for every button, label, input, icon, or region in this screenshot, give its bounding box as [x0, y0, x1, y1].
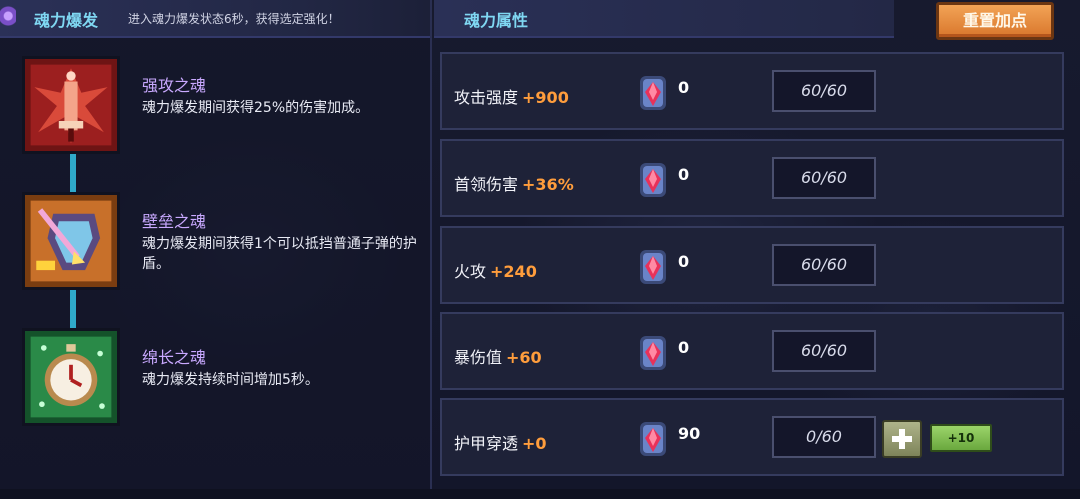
corner-gem-icon	[0, 0, 16, 36]
skill-connector	[70, 286, 76, 332]
add-point-button[interactable]	[882, 420, 922, 458]
crystal-count: 0	[678, 78, 690, 97]
attribute-bonus: +0	[522, 434, 547, 453]
attribute-row: 攻击强度 +900 0 60/60	[440, 52, 1064, 130]
attribute-bonus: +240	[490, 262, 537, 281]
skill-description: 魂力爆发持续时间增加5秒。	[142, 372, 319, 388]
crystal-count: 90	[678, 424, 701, 443]
crystal-count: 0	[678, 252, 690, 271]
attribute-progress: 0/60	[772, 416, 876, 458]
crystal-count: 0	[678, 338, 690, 357]
soul-burst-description: 进入魂力爆发状态6秒，获得选定强化！	[128, 12, 340, 26]
attribute-row: 护甲穿透 +0 90 0/60 +10	[440, 398, 1064, 476]
demon-sword-icon[interactable]	[22, 56, 120, 154]
attribute-name: 护甲穿透	[454, 434, 519, 453]
crystal-count: 0	[678, 165, 690, 184]
skill-name: 强攻之魂	[142, 76, 207, 95]
attribute-label: 护甲穿透 +0	[454, 430, 547, 454]
attribute-name: 火攻	[454, 262, 487, 281]
skill-description: 魂力爆发期间获得25%的伤害加成。	[142, 100, 370, 116]
attributes-title: 魂力属性	[464, 11, 529, 30]
add-ten-points-button[interactable]: +10	[930, 424, 992, 452]
skill-description: 魂力爆发期间获得1个可以抵挡普通子弹的护盾。	[142, 236, 417, 272]
attribute-progress: 60/60	[772, 330, 876, 372]
attribute-name: 首领伤害	[454, 175, 519, 194]
skill-name: 壁垒之魂	[142, 212, 207, 231]
attribute-label: 攻击强度 +900	[454, 84, 569, 108]
attribute-label: 暴伤值 +60	[454, 344, 542, 368]
skill-name: 绵长之魂	[142, 348, 207, 367]
attribute-name: 攻击强度	[454, 88, 519, 107]
attribute-bonus: +60	[506, 348, 542, 367]
attribute-progress: 60/60	[772, 157, 876, 199]
attribute-name: 暴伤值	[454, 348, 503, 367]
attribute-bonus: +36%	[522, 175, 574, 194]
attribute-row: 火攻 +240 0 60/60	[440, 226, 1064, 304]
soul-burst-title: 魂力爆发	[34, 11, 99, 30]
soul-crystal-icon	[638, 248, 668, 286]
stopwatch-icon[interactable]	[22, 328, 120, 426]
soul-crystal-icon	[638, 161, 668, 199]
attribute-row: 暴伤值 +60 0 60/60	[440, 312, 1064, 390]
soul-crystal-icon	[638, 74, 668, 112]
soul-crystal-icon	[638, 334, 668, 372]
skill-connector	[70, 150, 76, 196]
reset-points-button[interactable]: 重置加点	[936, 2, 1054, 40]
soul-crystal-icon	[638, 420, 668, 458]
shield-arrow-icon[interactable]	[22, 192, 120, 290]
attribute-progress: 60/60	[772, 244, 876, 286]
attribute-row: 首领伤害 +36% 0 60/60	[440, 139, 1064, 217]
attribute-bonus: +900	[522, 88, 569, 107]
bottom-edge	[0, 489, 1080, 499]
attribute-label: 首领伤害 +36%	[454, 171, 574, 195]
attribute-progress: 60/60	[772, 70, 876, 112]
attribute-label: 火攻 +240	[454, 258, 537, 282]
